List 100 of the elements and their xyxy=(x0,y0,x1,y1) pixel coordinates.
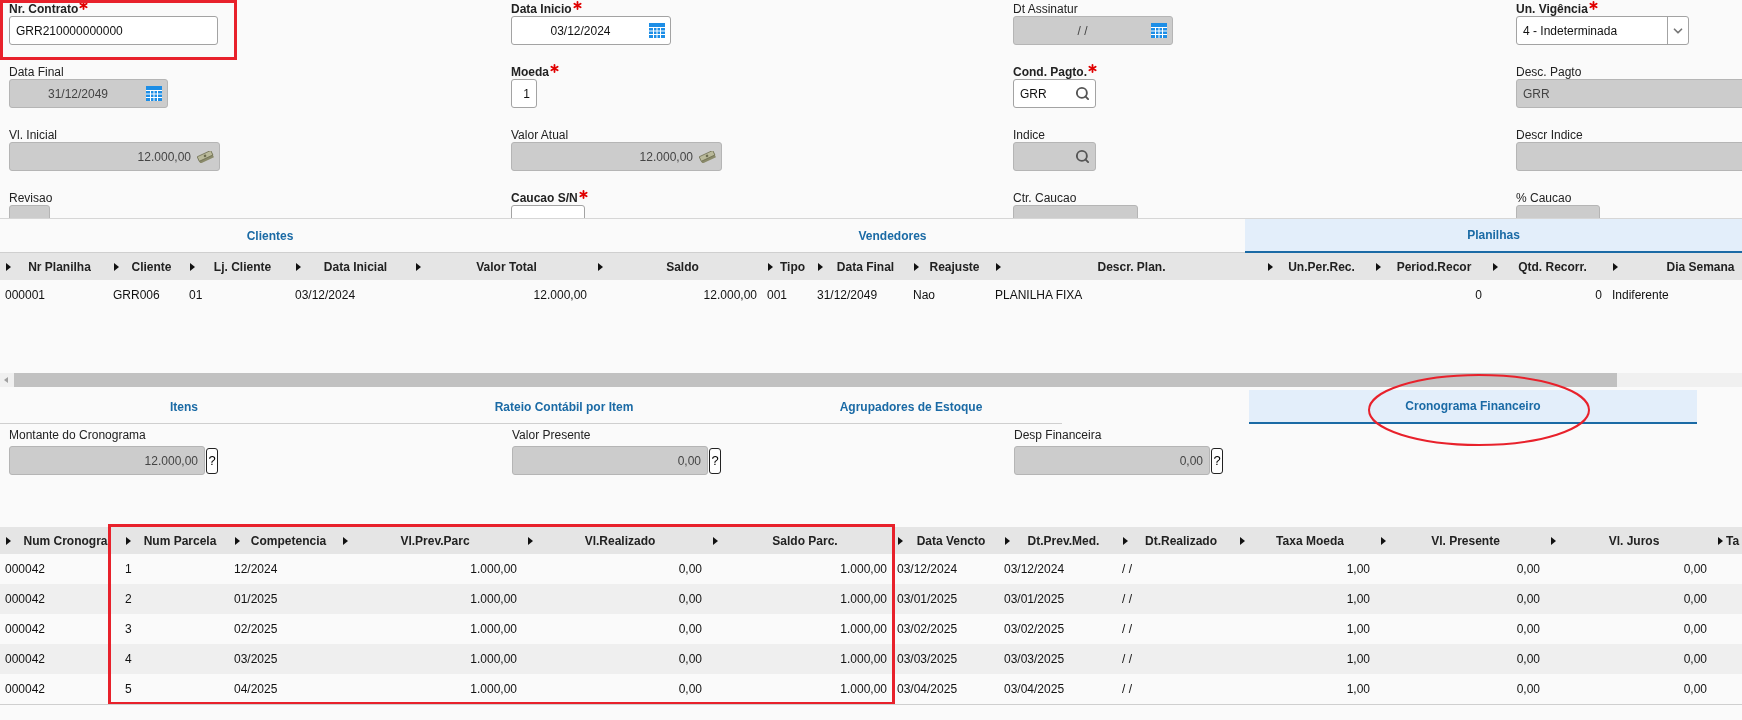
table-cell-text: 0,00 xyxy=(677,561,703,578)
table-cell-text: 000042 xyxy=(4,591,47,608)
column-header[interactable]: Dt.Prev.Med. xyxy=(999,527,1117,554)
tab[interactable]: Agrupadores de Estoque xyxy=(760,390,1062,424)
help-button[interactable]: ? xyxy=(709,447,721,474)
table-cell-text: 03/02/2025 xyxy=(896,621,959,638)
dropdown[interactable]: 4 - Indeterminada xyxy=(1516,16,1689,45)
column-header[interactable]: Valor Total xyxy=(410,253,592,280)
column-header[interactable]: Data Inicial xyxy=(290,253,410,280)
caret-icon xyxy=(190,262,195,271)
table-cell-text: 0,00 xyxy=(1682,651,1708,668)
input-field[interactable]: 0,00 xyxy=(512,446,708,475)
help-button[interactable]: ? xyxy=(206,447,218,474)
column-header[interactable]: Num Cronogra xyxy=(0,527,120,554)
field-label: Valor Atual xyxy=(511,128,569,142)
table-cell-text: 000042 xyxy=(4,561,47,578)
table-cell-text: 1,00 xyxy=(1345,591,1371,608)
table-cell-text: 1 xyxy=(124,561,133,578)
table-cell-text: 1.000,00 xyxy=(469,561,518,578)
column-header[interactable]: Vl.Realizado xyxy=(522,527,707,554)
input-field[interactable]: 1 xyxy=(511,79,537,108)
table-cell-text: 5 xyxy=(124,681,133,698)
column-header[interactable]: Vl. Juros xyxy=(1545,527,1712,554)
field-label: Moeda xyxy=(511,65,549,79)
table-cell-text: 12.000,00 xyxy=(532,287,588,304)
caret-icon xyxy=(713,536,718,545)
table-cell-text: GRR006 xyxy=(112,287,161,304)
field-label: Data Final xyxy=(9,65,64,79)
field-label: Dt Assinatur xyxy=(1013,2,1078,16)
table-cell-text: 2 xyxy=(124,591,133,608)
table-cell-text: 0,00 xyxy=(677,621,703,638)
input-field[interactable]: GRR210000000000 xyxy=(9,16,218,45)
caret-icon xyxy=(818,262,823,271)
caret-icon xyxy=(598,262,603,271)
table-cell-text: 3 xyxy=(124,621,133,638)
table-cell-text: 02/2025 xyxy=(233,621,279,638)
table-cell-text: / / xyxy=(1121,591,1133,608)
column-header[interactable]: Un.Per.Rec. xyxy=(1262,253,1370,280)
caret-icon xyxy=(416,262,421,271)
column-header[interactable]: Data Vencto xyxy=(892,527,999,554)
column-header[interactable]: Cliente xyxy=(108,253,184,280)
column-header[interactable]: Qtd. Recorr. xyxy=(1487,253,1607,280)
input-field[interactable]: 0,00 xyxy=(1014,446,1210,475)
column-header[interactable]: Lj. Cliente xyxy=(184,253,290,280)
input-field[interactable]: GRR xyxy=(1013,79,1096,108)
column-header[interactable]: Dia Semana xyxy=(1607,253,1742,280)
calendar-icon[interactable] xyxy=(649,23,665,38)
field-label: Descr Indice xyxy=(1516,128,1583,142)
table-cell-text: 0,00 xyxy=(677,651,703,668)
table-cell-text: 03/2025 xyxy=(233,651,279,668)
input-field[interactable]: 12.000,00 xyxy=(9,446,205,475)
table-cell-text: 1.000,00 xyxy=(839,681,888,698)
tab[interactable]: Cronograma Financeiro xyxy=(1249,390,1697,424)
column-header[interactable]: Saldo Parc. xyxy=(707,527,892,554)
table-cell-text: 1.000,00 xyxy=(839,591,888,608)
table-cell-text: 1.000,00 xyxy=(469,681,518,698)
tab[interactable]: Rateio Contábil por Item xyxy=(368,390,760,424)
column-header[interactable]: Vl.Prev.Parc xyxy=(337,527,522,554)
caret-icon xyxy=(235,536,240,545)
input-field[interactable]: 03/12/2024 xyxy=(511,16,671,45)
caret-icon xyxy=(1376,262,1381,271)
field-label: Un. Vigência xyxy=(1516,2,1588,16)
tab[interactable]: Planilhas xyxy=(1245,219,1742,253)
column-header[interactable]: Dt.Realizado xyxy=(1117,527,1234,554)
field-label: Ctr. Caucao xyxy=(1013,191,1077,205)
table-cell-text: 01 xyxy=(188,287,204,304)
caret-icon xyxy=(898,536,903,545)
table-cell-text: 0,00 xyxy=(1515,621,1541,638)
column-header[interactable]: Competencia xyxy=(229,527,337,554)
field-label: Montante do Cronograma xyxy=(9,428,147,442)
column-header[interactable]: Num Parcela xyxy=(120,527,229,554)
column-header[interactable]: Descr. Plan. xyxy=(990,253,1262,280)
tab[interactable]: Itens xyxy=(0,390,368,424)
column-header[interactable]: Period.Recor xyxy=(1370,253,1487,280)
caret-icon xyxy=(1551,536,1556,545)
table-cell-text: 1.000,00 xyxy=(839,561,888,578)
column-header[interactable]: Saldo xyxy=(592,253,762,280)
table-cell-text: 03/02/2025 xyxy=(1003,621,1066,638)
column-header[interactable]: Tipo xyxy=(762,253,812,280)
caret-icon xyxy=(768,262,773,271)
column-header[interactable]: Data Final xyxy=(812,253,908,280)
table-cell-text: 03/03/2025 xyxy=(896,651,959,668)
table-cell-text: 31/12/2049 xyxy=(816,287,879,304)
table-cell-text: 0,00 xyxy=(1682,621,1708,638)
table-cell-text: 1,00 xyxy=(1345,651,1371,668)
table-cell-text: / / xyxy=(1121,561,1133,578)
table-cell-text: 12/2024 xyxy=(233,561,279,578)
column-header[interactable]: Vl. Presente xyxy=(1375,527,1545,554)
caret-icon xyxy=(6,536,11,545)
column-header[interactable]: Taxa Moeda xyxy=(1234,527,1375,554)
caret-icon xyxy=(1381,536,1386,545)
column-header[interactable]: Reajuste xyxy=(908,253,990,280)
table-cell-text: Indiferente xyxy=(1611,287,1670,304)
column-header[interactable]: Nr Planilha xyxy=(0,253,108,280)
caret-icon xyxy=(1493,262,1498,271)
table-cell-text: 03/04/2025 xyxy=(896,681,959,698)
help-button[interactable]: ? xyxy=(1211,447,1223,474)
caret-icon xyxy=(114,262,119,271)
column-header[interactable]: Ta xyxy=(1712,527,1742,554)
search-icon[interactable] xyxy=(1075,86,1090,101)
